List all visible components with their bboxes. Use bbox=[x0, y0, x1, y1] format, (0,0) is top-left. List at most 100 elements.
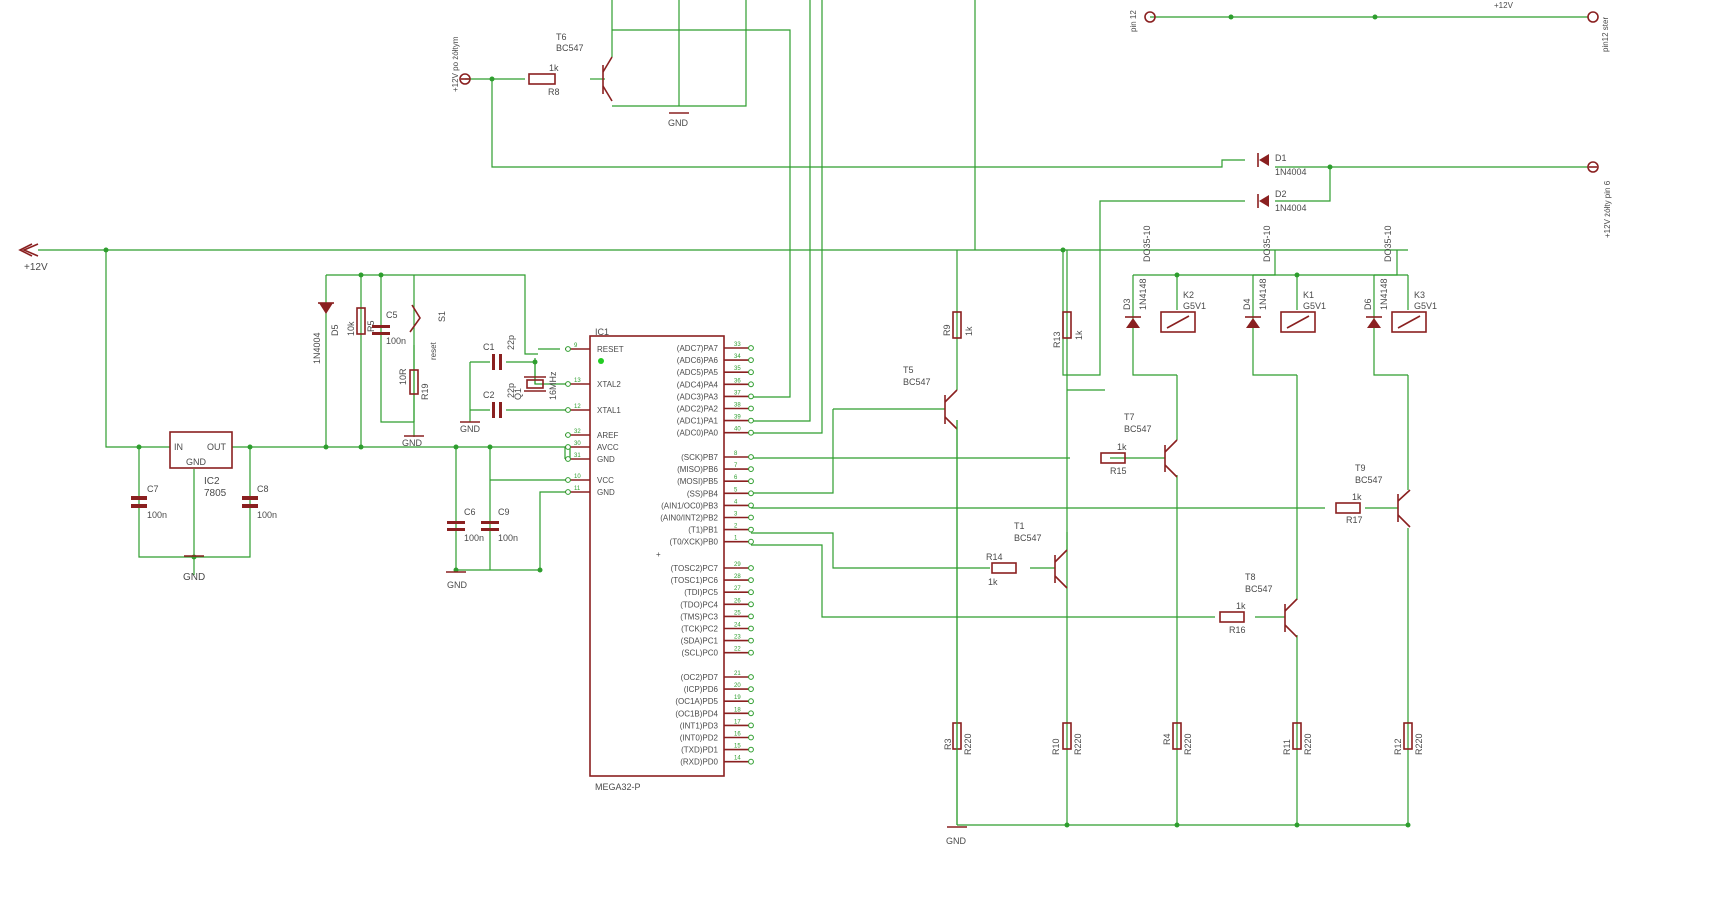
wires bbox=[38, 0, 1588, 826]
ic1-pin-number: 13 bbox=[574, 378, 581, 384]
ic1-pin-pad bbox=[748, 526, 754, 533]
svg-text:K1: K1 bbox=[1303, 290, 1314, 300]
ic1-pin-number: 25 bbox=[734, 610, 741, 616]
ic1-pin-number: 5 bbox=[734, 487, 738, 493]
svg-text:R12: R12 bbox=[1393, 738, 1403, 755]
diode-d1: D1 1N4004 bbox=[1257, 153, 1307, 177]
svg-text:1N4004: 1N4004 bbox=[1275, 167, 1307, 177]
ic1-pin-label: XTAL1 bbox=[597, 406, 621, 415]
ic1-pin-label: (SS)PB4 bbox=[687, 489, 719, 498]
resistor-r16: 1k R16 bbox=[1219, 601, 1246, 635]
svg-text:7805: 7805 bbox=[204, 488, 227, 499]
ic1-pin-number: 21 bbox=[734, 671, 741, 677]
svg-text:BC547: BC547 bbox=[1124, 424, 1152, 434]
ic1-pin-label: (OC2)PD7 bbox=[681, 673, 719, 682]
relay-k3: K3 G5V1 bbox=[1391, 290, 1437, 333]
transistor-t5: T5 BC547 bbox=[903, 365, 958, 430]
svg-text:BC547: BC547 bbox=[1355, 475, 1383, 485]
svg-text:1k: 1k bbox=[1236, 601, 1246, 611]
capacitor-c7: C7 100n bbox=[131, 484, 167, 520]
ic1-pin-number: 39 bbox=[734, 415, 741, 421]
ic1-pin-label: (INT1)PD3 bbox=[680, 721, 719, 730]
svg-text:GND: GND bbox=[946, 836, 967, 846]
ic1-pin-pad bbox=[565, 407, 571, 413]
ic1-pin-pad bbox=[748, 417, 754, 424]
ic1-pin-number: 19 bbox=[734, 695, 741, 701]
ic1-pin-pad bbox=[748, 538, 754, 545]
svg-text:S1: S1 bbox=[437, 311, 447, 322]
ic1-pin-label: (SCL)PC0 bbox=[682, 649, 719, 658]
ic1-pin-label: (TCK)PC2 bbox=[681, 625, 718, 634]
ic1-pin-label: (MISO)PB6 bbox=[677, 465, 718, 474]
ic1-pin-pad bbox=[748, 698, 754, 705]
svg-text:R17: R17 bbox=[1346, 515, 1363, 525]
ic1-pin-number: 30 bbox=[574, 441, 581, 447]
svg-text:GND: GND bbox=[447, 580, 468, 590]
ic1-pin-number: 7 bbox=[734, 463, 738, 469]
ic1-pin-pad bbox=[748, 649, 754, 656]
ic1-pin-number: 33 bbox=[734, 342, 741, 348]
svg-text:BC547: BC547 bbox=[1014, 533, 1042, 543]
ic1-pin-label: (SCK)PB7 bbox=[681, 453, 718, 462]
transistor-t9: T9 BC547 bbox=[1355, 463, 1411, 528]
svg-text:IC2: IC2 bbox=[204, 476, 220, 487]
ic1-pin-number: 11 bbox=[574, 486, 581, 492]
svg-text:1N4148: 1N4148 bbox=[1138, 278, 1148, 310]
ic1-pin-pad bbox=[748, 393, 754, 400]
ic1-pin-number: 4 bbox=[734, 499, 738, 505]
svg-text:R19: R19 bbox=[420, 383, 430, 400]
ic1-pin-pad bbox=[748, 357, 754, 364]
svg-text:C6: C6 bbox=[464, 507, 476, 517]
ic1-pin-label: (ADC7)PA7 bbox=[677, 344, 719, 353]
capacitor-c9: C9 100n bbox=[481, 507, 518, 543]
capacitor-c2: C2 22p bbox=[483, 383, 516, 418]
ic1-pin-pad bbox=[748, 710, 754, 717]
svg-text:T5: T5 bbox=[903, 365, 914, 375]
svg-text:C2: C2 bbox=[483, 390, 495, 400]
svg-text:100n: 100n bbox=[464, 533, 484, 543]
ic1-pin-number: 40 bbox=[734, 427, 741, 433]
transistor-t8: T8 BC547 bbox=[1245, 572, 1298, 638]
ic1-pin-pad bbox=[565, 444, 571, 450]
ic1-pin-number: 34 bbox=[734, 354, 741, 360]
svg-text:GND: GND bbox=[460, 424, 481, 434]
svg-text:D5: D5 bbox=[330, 324, 340, 336]
svg-text:MEGA32-P: MEGA32-P bbox=[595, 782, 641, 792]
svg-text:100n: 100n bbox=[386, 336, 406, 346]
ic1-pin-pad bbox=[748, 502, 754, 509]
switch-s1: S1 reset bbox=[409, 304, 447, 360]
svg-text:R14: R14 bbox=[986, 552, 1003, 562]
ic1-pin-pad bbox=[565, 381, 571, 387]
ic1-pin-number: 27 bbox=[734, 586, 741, 592]
svg-text:R10: R10 bbox=[1051, 738, 1061, 755]
ic1-pin-label: (AIN1/OC0)PB3 bbox=[661, 501, 718, 510]
ic1-pin-number: 35 bbox=[734, 366, 741, 372]
svg-text:R11: R11 bbox=[1282, 739, 1292, 755]
svg-text:C8: C8 bbox=[257, 484, 269, 494]
svg-text:16MHz: 16MHz bbox=[548, 371, 558, 400]
ic1-pin-label: (TDI)PC5 bbox=[684, 588, 718, 597]
svg-text:GND: GND bbox=[402, 438, 423, 448]
ic1-pin-pad bbox=[748, 674, 754, 680]
svg-text:pin12 ster: pin12 ster bbox=[1601, 17, 1610, 52]
ic1-left-pins: RESET 9 XTAL2 13 XTAL1 12 AREF 32 AVCC 30 GND 31 VCC… bbox=[565, 343, 624, 497]
svg-text:1k: 1k bbox=[1352, 492, 1362, 502]
ic1-pin-number: 9 bbox=[574, 343, 578, 349]
ic1-right-pins: (ADC7)PA7 33(ADC6)PA6 34(ADC5)PA5 35(ADC4)P… bbox=[660, 342, 754, 767]
svg-text:R13: R13 bbox=[1052, 331, 1062, 348]
ic1-pin-label: (ADC4)PA4 bbox=[677, 380, 719, 389]
ic1-pin-pad bbox=[748, 734, 754, 741]
ic2-regulator: IN OUT GND IC2 7805 bbox=[169, 431, 233, 499]
svg-text:D4: D4 bbox=[1242, 298, 1252, 310]
ic1-pin-label: (ICP)PD6 bbox=[684, 685, 719, 694]
ic1-pin-label: (TOSC2)PC7 bbox=[671, 564, 719, 573]
resistor-r15: 1k R15 bbox=[1100, 442, 1127, 476]
ic1-pin-label: (OC1B)PD4 bbox=[675, 709, 718, 718]
svg-text:G5V1: G5V1 bbox=[1303, 301, 1326, 311]
ic1-pin-label: GND bbox=[597, 488, 615, 497]
svg-text:BC547: BC547 bbox=[903, 377, 931, 387]
svg-text:+12V po żółtym: +12V po żółtym bbox=[451, 36, 460, 92]
ic1-pin-label: (ADC2)PA2 bbox=[677, 405, 719, 414]
svg-text:+: + bbox=[656, 550, 661, 559]
svg-text:1k: 1k bbox=[988, 577, 998, 587]
